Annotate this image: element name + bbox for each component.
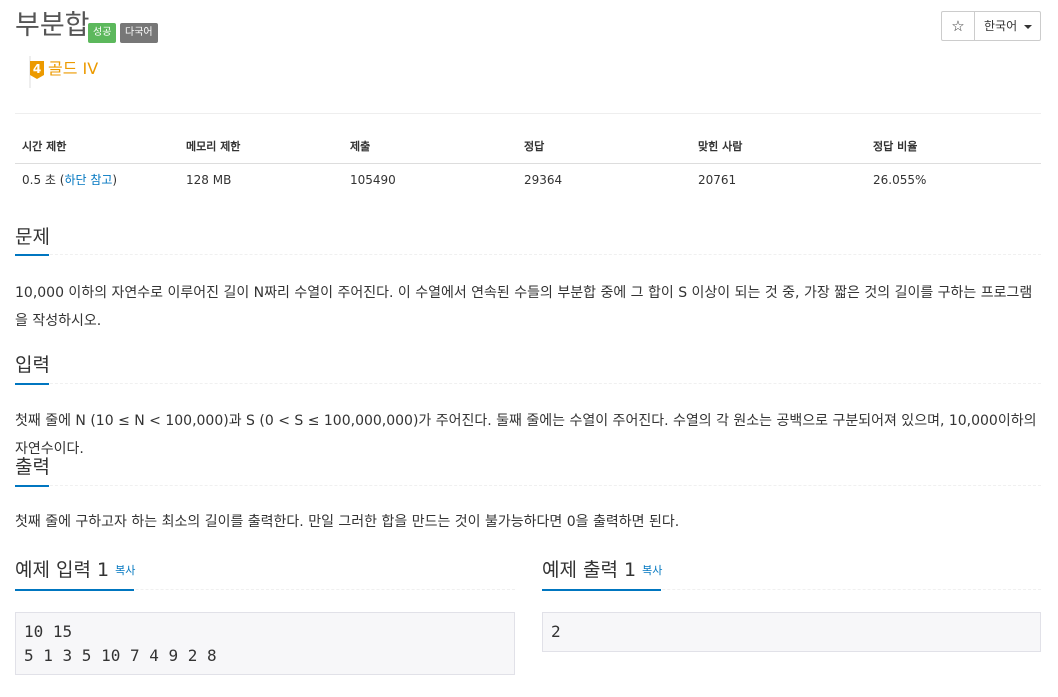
input-description: 첫째 줄에 N (10 ≤ N < 100,000)과 S (0 < S ≤ 1…: [15, 413, 1037, 457]
time-limit-close: ): [112, 173, 118, 187]
section-underline: [15, 254, 49, 256]
section-rule: [15, 485, 1041, 487]
output-description: 첫째 줄에 구하고자 하는 최소의 길이를 출력한다. 만일 그러한 합을 만드…: [15, 514, 680, 530]
solved-users-value: 20761: [698, 173, 737, 187]
ratio-value: 26.055%: [873, 173, 927, 187]
divider: [15, 113, 1041, 114]
copy-input-button[interactable]: 복사: [115, 564, 135, 577]
success-label: 성공: [88, 23, 117, 43]
sample-output-title: 예제 출력 1 복사: [542, 558, 662, 583]
table-divider: [15, 163, 1041, 164]
time-limit-cell: 0.5 초 (하단 참고): [22, 172, 117, 188]
caret-down-icon: [1024, 25, 1032, 29]
sample-output-box[interactable]: 2: [542, 612, 1041, 652]
problem-section-title: 문제: [15, 226, 50, 248]
sample-input-label: 예제 입력 1: [15, 559, 110, 581]
sample-output-label: 예제 출력 1: [542, 559, 637, 581]
sample-input-box[interactable]: 10 15 5 1 3 5 10 7 4 9 2 8: [15, 612, 515, 675]
input-section-title: 입력: [15, 354, 50, 376]
header-accepted: 정답: [524, 140, 545, 153]
tier-name[interactable]: 골드 IV: [48, 59, 98, 79]
star-icon: ☆: [951, 17, 965, 35]
header-memory-limit: 메모리 제한: [186, 140, 241, 153]
page-title: 부분합: [15, 10, 90, 41]
copy-output-button[interactable]: 복사: [642, 564, 662, 577]
submissions-value: 105490: [350, 173, 396, 187]
tier-badge-icon: 4: [30, 61, 44, 79]
section-underline: [542, 589, 661, 591]
time-limit-value: 0.5 초 (: [22, 173, 65, 187]
section-rule: [15, 254, 1041, 256]
time-limit-note-link[interactable]: 하단 참고: [64, 173, 112, 187]
section-underline: [15, 485, 49, 487]
sample-input-title: 예제 입력 1 복사: [15, 558, 135, 583]
memory-limit-value: 128 MB: [186, 173, 232, 187]
language-label: 한국어: [984, 19, 1018, 33]
section-rule: [15, 383, 1041, 385]
header-submissions: 제출: [350, 140, 371, 153]
section-underline: [15, 383, 49, 385]
language-dropdown[interactable]: 한국어: [974, 11, 1041, 41]
multilang-label: 다국어: [120, 23, 158, 43]
header-ratio: 정답 비율: [873, 140, 918, 153]
section-underline: [15, 589, 134, 591]
header-solved-users: 맞힌 사람: [698, 140, 743, 153]
problem-description: 10,000 이하의 자연수로 이루어진 길이 N짜리 수열이 주어진다. 이 …: [15, 285, 1033, 329]
header-time-limit: 시간 제한: [22, 140, 67, 153]
accepted-value: 29364: [524, 173, 563, 187]
output-section-title: 출력: [15, 456, 50, 478]
favorite-star-button[interactable]: ☆: [941, 11, 975, 41]
